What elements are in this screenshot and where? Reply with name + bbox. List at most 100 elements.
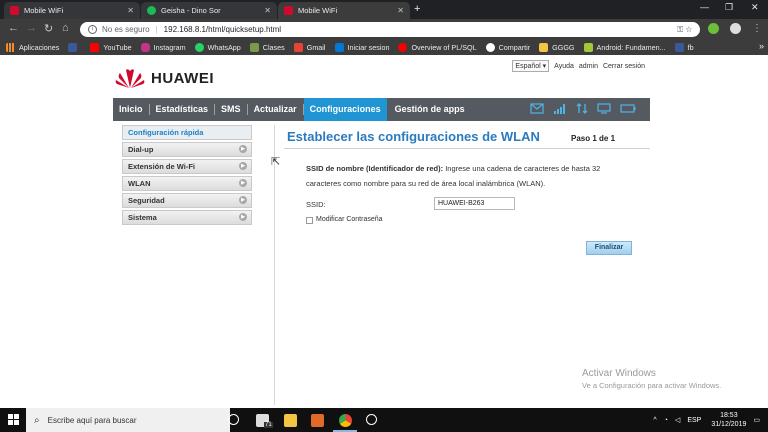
ssid-description: SSID de nombre (Identificador de red): I… [306,161,628,191]
clock-date: 31/12/2019 [711,421,747,428]
bookmarks-bar: Aplicaciones YouTube Instagram WhatsApp … [0,39,768,55]
new-tab-icon[interactable]: + [414,3,420,15]
huawei-flower-icon [115,69,145,88]
restore-icon[interactable]: ❐ [725,2,733,13]
media-player-icon[interactable] [311,414,324,427]
bookmark-gggg[interactable]: GGGG [539,42,575,52]
browser-tab-1[interactable]: Mobile WiFi ✕ [4,2,140,19]
sidebar-item-security[interactable]: Seguridad ▶ [122,193,252,208]
sidebar-item-system[interactable]: Sistema ▶ [122,210,252,225]
menu-inicio[interactable]: Inicio [113,98,149,121]
menu-sms[interactable]: SMS [215,98,247,121]
menu-configuraciones[interactable]: Configuraciones [303,98,387,121]
forward-icon[interactable]: → [26,22,37,34]
bookmark-label: Gmail [306,42,326,52]
home-icon[interactable]: ⌂ [62,22,69,34]
language-select[interactable]: Español ▾ [512,60,550,72]
bookmark-fb[interactable]: fb [674,42,694,52]
key-icon[interactable]: ⚿ ☆ [677,25,692,35]
ssid-description-title: SSID de nombre (Identificador de red): [306,164,444,173]
tab-title: Geisha - Dino Sor [161,6,221,15]
minimize-icon[interactable]: — [700,2,709,12]
data-transfer-icon [576,103,588,114]
back-icon[interactable]: ← [8,22,19,34]
chevron-right-icon: ▶ [239,179,247,187]
ssid-input[interactable] [434,197,515,210]
sidebar-item-wifi-extension[interactable]: Extensión de Wi-Fi ▶ [122,159,252,174]
notification-icon[interactable]: ▭ [753,416,760,424]
top-links: Español ▾ Ayuda admin Cerrar sesión [512,60,650,72]
browser-tab-3[interactable]: Mobile WiFi ✕ [278,2,410,19]
finish-button[interactable]: Finalizar [586,241,632,255]
bookmark-youtube[interactable]: YouTube [90,42,132,52]
bookmark-apps[interactable]: Aplicaciones [6,42,59,52]
more-bookmarks-icon[interactable]: » [759,41,764,51]
sidebar-item-wlan[interactable]: WLAN ▶ [122,176,252,191]
windows-start-icon[interactable] [8,414,20,426]
bookmark-label: YouTube [103,42,132,52]
folder-icon [539,42,549,52]
sidebar-item-label: Seguridad [128,196,165,205]
menu-gestion-apps[interactable]: Gestión de apps [389,98,471,121]
taskbar-search[interactable]: ⌕ Escribe aquí para buscar [26,408,230,432]
ssid-label: SSID: [306,200,326,209]
chevron-up-icon[interactable]: ^ [653,417,656,424]
bookmark-gmail[interactable]: Gmail [293,42,326,52]
bookmark-label: Android: Fundamen... [596,42,666,52]
chevron-right-icon: ▶ [239,196,247,204]
close-icon[interactable]: ✕ [264,6,271,15]
facebook-icon [68,42,78,52]
close-icon[interactable]: ✕ [397,6,404,15]
github-icon [485,42,495,52]
file-explorer-icon[interactable] [284,414,297,427]
bookmark-android[interactable]: Android: Fundamen... [583,42,666,52]
menu-estadisticas[interactable]: Estadísticas [150,98,215,121]
apps-grid-icon [6,42,15,52]
reload-icon[interactable]: ↻ [44,22,53,35]
sidebar-item-label: Configuración rápida [128,128,204,137]
wifi-icon[interactable]: ◔ [664,417,668,424]
bookmark-label: Clases [262,42,285,52]
admin-link[interactable]: admin [579,63,598,70]
extension-icon[interactable] [708,23,719,34]
browser-tab-2[interactable]: Geisha - Dino Sor ✕ [141,2,277,19]
android-icon [583,42,593,52]
bookmark-clases[interactable]: Clases [249,42,285,52]
menu-actualizar[interactable]: Actualizar [248,98,303,121]
logout-link[interactable]: Cerrar sesión [603,63,645,70]
brand-name: HUAWEI [151,69,214,87]
bookmark-label: Compartir [498,42,531,52]
cortana-icon[interactable] [228,414,239,425]
window-close-icon[interactable]: ✕ [751,2,759,13]
taskbar-clock[interactable]: 18:53 31/12/2019 [711,411,746,429]
chevron-right-icon: ▶ [239,162,247,170]
profile-avatar[interactable] [730,23,741,34]
sidebar-item-quick-setup[interactable]: Configuración rápida [122,125,252,140]
volume-icon[interactable]: ◁ [675,416,680,424]
gmail-icon [293,42,303,52]
info-icon[interactable]: i [88,25,97,34]
step-indicator: Paso 1 de 1 [571,134,616,143]
clock-app-icon[interactable] [366,414,377,425]
bookmark-login[interactable]: Iniciar sesion [334,42,389,52]
sidebar-item-dialup[interactable]: Dial-up ▶ [122,142,252,157]
chevron-right-icon: ▶ [239,145,247,153]
menu-icon[interactable]: ⋮ [752,23,762,34]
bookmark-whatsapp[interactable]: WhatsApp [194,42,241,52]
monitor-icon[interactable] [597,103,611,114]
bookmark-instagram[interactable]: Instagram [140,42,186,52]
chrome-icon[interactable] [339,414,352,427]
envelope-icon[interactable] [530,103,544,114]
bookmark-share[interactable]: Compartir [485,42,531,52]
spotify-favicon-icon [147,6,156,15]
address-bar[interactable]: i No es seguro | 192.168.8.1/html/quicks… [80,22,700,37]
modify-password-checkbox[interactable] [306,217,313,224]
search-placeholder: Escribe aquí para buscar [47,415,137,425]
keyboard-language[interactable]: ESP [687,417,701,424]
bookmark-plsql[interactable]: Overview of PL/SQL [398,42,477,52]
settings-sidebar: Configuración rápida Dial-up ▶ Extensión … [122,125,252,227]
help-link[interactable]: Ayuda [554,63,574,70]
bookmark-facebook[interactable] [68,42,81,52]
huawei-logo: HUAWEI [115,67,214,89]
close-icon[interactable]: ✕ [127,6,134,15]
